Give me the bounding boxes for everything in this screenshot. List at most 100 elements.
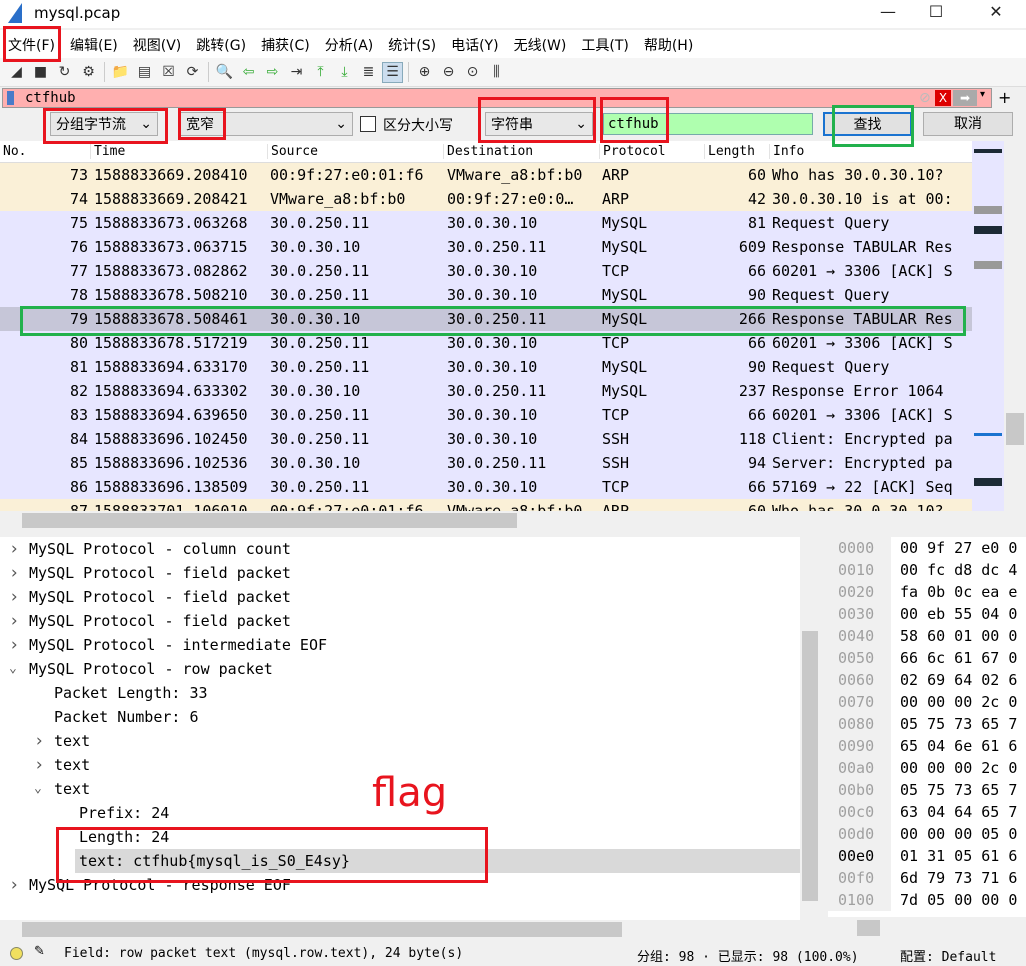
- cancel-button[interactable]: 取消: [923, 112, 1013, 136]
- scroll-thumb[interactable]: [22, 513, 517, 528]
- detail-tree-item[interactable]: › MySQL Protocol - field packet: [0, 585, 800, 609]
- stop-icon[interactable]: ■: [30, 62, 51, 83]
- status-profile[interactable]: 配置: Default: [900, 946, 996, 965]
- packet-list-vscrollbar[interactable]: [1004, 141, 1026, 511]
- reload-icon[interactable]: ⟳: [182, 62, 203, 83]
- hex-bytes[interactable]: 01 31 05 61 6: [900, 845, 1017, 867]
- zoom-out-icon[interactable]: ⊖: [438, 62, 459, 83]
- chevron-right-icon[interactable]: ›: [9, 561, 19, 585]
- hex-bytes[interactable]: 00 00 00 2c 0: [900, 757, 1017, 779]
- maximize-button[interactable]: ☐: [916, 2, 956, 24]
- menu-item-1[interactable]: 编辑(E): [62, 30, 125, 58]
- hex-bytes[interactable]: 58 60 01 00 0: [900, 625, 1017, 647]
- bytes-hscrollbar[interactable]: [828, 917, 1026, 939]
- forward-icon[interactable]: ⇨: [262, 62, 283, 83]
- packet-bytes-pane[interactable]: 0000 00 9f 27 e0 0 0010 00 fc d8 dc 4 0020 fa…: [828, 537, 1026, 917]
- detail-tree-item[interactable]: › MySQL Protocol - field packet: [0, 609, 800, 633]
- detail-tree-item[interactable]: › text: [0, 729, 800, 753]
- expert-info-icon[interactable]: [10, 947, 23, 960]
- clear-filter-icon[interactable]: X: [935, 90, 951, 106]
- packet-row[interactable]: 85 1588833696.102536 30.0.30.10 30.0.250.11…: [0, 451, 972, 475]
- hex-bytes[interactable]: 7d 05 00 00 0: [900, 889, 1017, 911]
- chevron-right-icon[interactable]: ›: [9, 633, 19, 657]
- hex-bytes[interactable]: 02 69 64 02 6: [900, 669, 1017, 691]
- packet-row[interactable]: 78 1588833678.508210 30.0.250.11 30.0.30.10…: [0, 283, 972, 307]
- chevron-right-icon[interactable]: ›: [9, 609, 19, 633]
- packet-row[interactable]: 74 1588833669.208421 VMware_a8:bf:b0 00:9f:…: [0, 187, 972, 211]
- autoscroll-icon[interactable]: ≣: [358, 62, 379, 83]
- menu-item-4[interactable]: 捕获(C): [253, 30, 317, 58]
- menu-item-8[interactable]: 无线(W): [506, 30, 574, 58]
- menu-item-7[interactable]: 电话(Y): [443, 30, 505, 58]
- packet-row[interactable]: 84 1588833696.102450 30.0.250.11 30.0.30.10…: [0, 427, 972, 451]
- chevron-right-icon[interactable]: ›: [9, 873, 19, 897]
- hex-bytes[interactable]: 00 00 00 2c 0: [900, 691, 1017, 713]
- scroll-thumb[interactable]: [802, 631, 818, 901]
- details-hscrollbar[interactable]: [0, 920, 820, 939]
- detail-tree-item[interactable]: › MySQL Protocol - column count: [0, 537, 800, 561]
- chevron-down-icon[interactable]: ⌄: [34, 777, 42, 801]
- hex-bytes[interactable]: 05 75 73 65 7: [900, 779, 1017, 801]
- scroll-thumb[interactable]: [22, 922, 622, 937]
- column-header-no[interactable]: No.: [0, 144, 26, 159]
- minimize-button[interactable]: —: [868, 2, 908, 24]
- chevron-right-icon[interactable]: ›: [9, 537, 19, 561]
- chevron-down-icon[interactable]: ⌄: [9, 657, 17, 681]
- add-filter-button-icon[interactable]: +: [998, 88, 1011, 107]
- hex-bytes[interactable]: 6d 79 73 71 6: [900, 867, 1017, 889]
- chevron-right-icon[interactable]: ›: [34, 729, 44, 753]
- column-header-length[interactable]: Length: [704, 144, 755, 159]
- packet-row[interactable]: 83 1588833694.639650 30.0.250.11 30.0.30.10…: [0, 403, 972, 427]
- menu-item-5[interactable]: 分析(A): [317, 30, 381, 58]
- menu-item-10[interactable]: 帮助(H): [636, 30, 700, 58]
- close-file-icon[interactable]: ☒: [158, 62, 179, 83]
- colorize-icon[interactable]: ☰: [382, 61, 403, 83]
- apply-filter-icon[interactable]: ➡: [953, 90, 977, 106]
- packet-list-hscrollbar[interactable]: [0, 511, 972, 530]
- packet-row[interactable]: 81 1588833694.633170 30.0.250.11 30.0.30.10…: [0, 355, 972, 379]
- column-header-time[interactable]: Time: [90, 144, 125, 159]
- edit-comment-icon[interactable]: ✎: [34, 944, 45, 959]
- shark-fin-icon[interactable]: ◢: [6, 62, 27, 83]
- hex-bytes[interactable]: 00 eb 55 04 0: [900, 603, 1017, 625]
- zoom-in-icon[interactable]: ⊕: [414, 62, 435, 83]
- packet-row[interactable]: 75 1588833673.063268 30.0.250.11 30.0.30.10…: [0, 211, 972, 235]
- options-icon[interactable]: ⚙: [78, 62, 99, 83]
- hex-bytes[interactable]: fa 0b 0c ea e: [900, 581, 1017, 603]
- zoom-reset-icon[interactable]: ⊙: [462, 62, 483, 83]
- menu-item-6[interactable]: 统计(S): [380, 30, 443, 58]
- file-icon[interactable]: ▤: [134, 62, 155, 83]
- packet-row[interactable]: 86 1588833696.138509 30.0.250.11 30.0.30.10…: [0, 475, 972, 499]
- back-icon[interactable]: ⇦: [238, 62, 259, 83]
- scroll-thumb[interactable]: [857, 920, 880, 936]
- hex-bytes[interactable]: 63 04 64 65 7: [900, 801, 1017, 823]
- hex-bytes[interactable]: 05 75 73 65 7: [900, 713, 1017, 735]
- detail-tree-item[interactable]: ⌄ MySQL Protocol - row packet: [0, 657, 800, 681]
- details-vscrollbar[interactable]: [800, 537, 820, 920]
- filter-history-icon[interactable]: ▾: [980, 89, 985, 100]
- packet-row[interactable]: 87 1588833701.106010 00:9f:27:e0:01:f6 VMwa…: [0, 499, 972, 511]
- packet-row[interactable]: 77 1588833673.082862 30.0.250.11 30.0.30.10…: [0, 259, 972, 283]
- detail-tree-item[interactable]: › MySQL Protocol - field packet: [0, 561, 800, 585]
- display-filter-input[interactable]: ctfhub: [25, 89, 76, 107]
- detail-tree-item[interactable]: › MySQL Protocol - intermediate EOF: [0, 633, 800, 657]
- packet-minimap[interactable]: [972, 141, 1004, 511]
- packet-row[interactable]: 82 1588833694.633302 30.0.30.10 30.0.250.11…: [0, 379, 972, 403]
- bookmark-icon[interactable]: [7, 91, 14, 105]
- goto-icon[interactable]: ⇥: [286, 62, 307, 83]
- hex-bytes[interactable]: 00 9f 27 e0 0: [900, 537, 1017, 559]
- column-header-destination[interactable]: Destination: [443, 144, 533, 159]
- restart-icon[interactable]: ↻: [54, 62, 75, 83]
- menu-item-9[interactable]: 工具(T): [573, 30, 635, 58]
- packet-row[interactable]: 73 1588833669.208410 00:9f:27:e0:01:f6 VMwa…: [0, 163, 972, 187]
- last-icon[interactable]: ⤓: [334, 62, 355, 83]
- packet-row[interactable]: 76 1588833673.063715 30.0.30.10 30.0.250.11…: [0, 235, 972, 259]
- column-header-info[interactable]: Info: [769, 144, 804, 159]
- case-sensitive-checkbox[interactable]: [360, 116, 376, 132]
- detail-tree-item[interactable]: Packet Length: 33: [0, 681, 800, 705]
- scroll-thumb[interactable]: [1006, 413, 1024, 445]
- chevron-right-icon[interactable]: ›: [34, 753, 44, 777]
- menu-item-3[interactable]: 跳转(G): [188, 30, 253, 58]
- open-icon[interactable]: 📁: [110, 62, 131, 83]
- chevron-right-icon[interactable]: ›: [9, 585, 19, 609]
